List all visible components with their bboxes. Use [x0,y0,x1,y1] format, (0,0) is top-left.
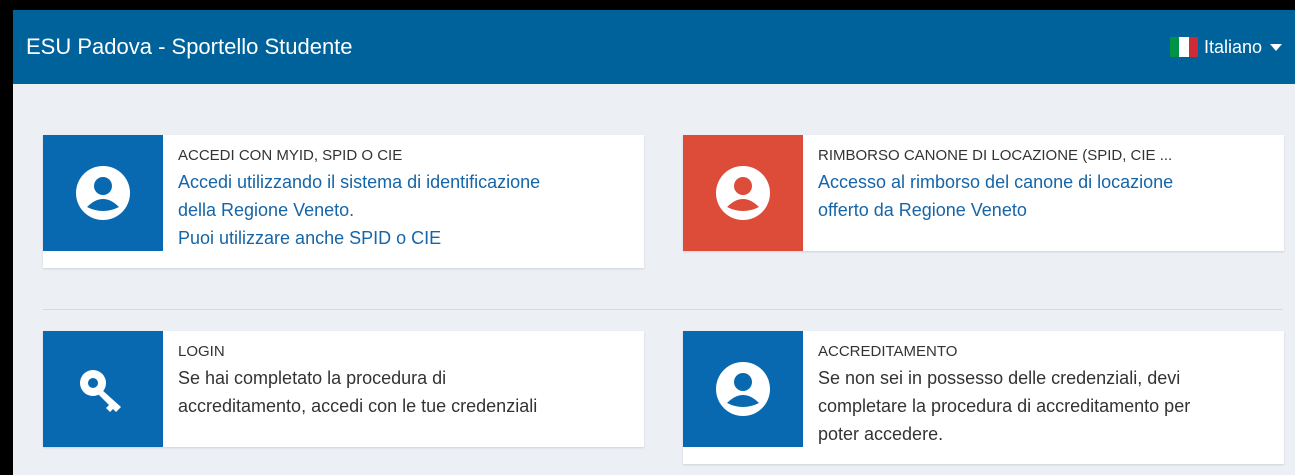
card-icon-box [683,331,803,447]
chevron-down-icon [1270,43,1282,51]
card-description-line[interactable]: della Regione Veneto. [178,196,540,224]
card-description-line: Se non sei in possesso delle credenziali… [818,368,1181,388]
card-description-line[interactable]: Puoi utilizzare anche SPID o CIE [178,224,540,252]
card-description-line: completare la procedura di accreditament… [818,396,1191,416]
card-accedi-myid[interactable]: ACCEDI CON MYID, SPID O CIE Accedi utili… [43,135,644,268]
card-description-line[interactable]: Accesso al rimborso del canone di locazi… [818,168,1173,196]
italian-flag-icon [1169,37,1198,57]
card-icon-box [43,331,163,447]
card-content: LOGIN Se hai completato la procedura di … [163,331,551,447]
card-description-line[interactable]: offerto da Regione Veneto [818,196,1173,224]
card-content: RIMBORSO CANONE DI LOCAZIONE (SPID, CIE … [803,135,1187,251]
card-description-line[interactable]: Accedi utilizzando il sistema di identif… [178,168,540,196]
card-rimborso-canone[interactable]: RIMBORSO CANONE DI LOCAZIONE (SPID, CIE … [683,135,1284,251]
card-title: ACCREDITAMENTO [818,343,958,360]
card-icon-box [43,135,163,251]
card-content: ACCREDITAMENTO Se non sei in possesso de… [803,331,1204,464]
app-title[interactable]: ESU Padova - Sportello Studente [26,34,353,60]
user-circle-icon [716,362,770,416]
card-description-line: Se hai completato la procedura di [178,368,447,388]
card-title: LOGIN [178,343,225,360]
section-divider [43,309,1283,310]
user-circle-icon [76,166,130,220]
card-login[interactable]: LOGIN Se hai completato la procedura di … [43,331,644,447]
app-frame: ESU Padova - Sportello Studente Italiano… [13,10,1295,475]
language-label: Italiano [1203,36,1262,57]
card-title: ACCEDI CON MYID, SPID O CIE [178,147,403,164]
card-description-line: poter accedere. [818,424,944,444]
user-circle-icon [716,166,770,220]
language-selector[interactable]: Italiano [1169,36,1282,58]
card-description-line: accreditamento, accedi con le tue creden… [178,396,538,416]
card-content: ACCEDI CON MYID, SPID O CIE Accedi utili… [163,135,554,268]
card-icon-box [683,135,803,251]
card-title: RIMBORSO CANONE DI LOCAZIONE (SPID, CIE … [818,147,1173,164]
key-icon [80,370,121,412]
top-navbar: ESU Padova - Sportello Studente Italiano [13,10,1295,84]
card-accreditamento[interactable]: ACCREDITAMENTO Se non sei in possesso de… [683,331,1284,464]
